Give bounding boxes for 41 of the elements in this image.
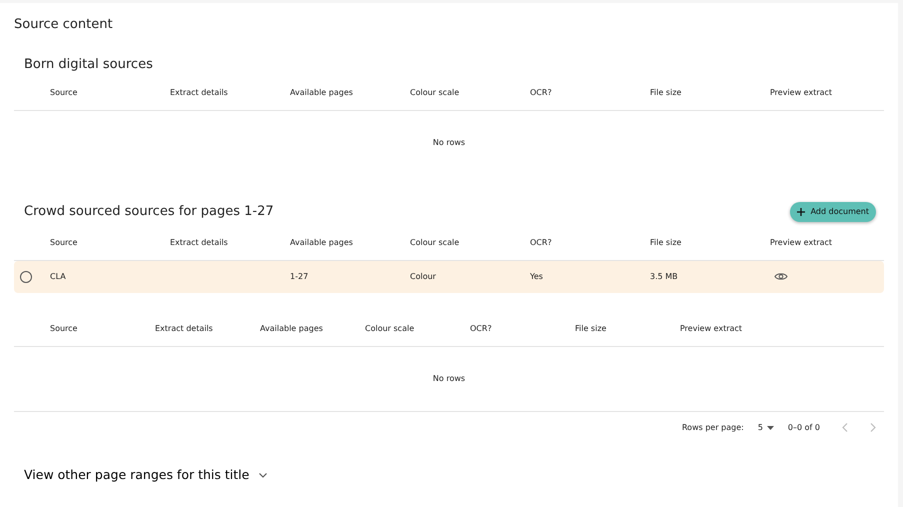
column-header: Available pages xyxy=(260,322,324,334)
column-header: OCR? xyxy=(470,322,493,334)
column-header: File size xyxy=(650,86,682,98)
rows-per-page-label: Rows per page: xyxy=(682,422,744,434)
column-header: OCR? xyxy=(530,86,553,98)
column-header: File size xyxy=(650,236,682,248)
chevron-icon xyxy=(259,472,268,478)
section-heading: Born digital sources xyxy=(24,57,153,73)
radio-button[interactable] xyxy=(20,271,32,283)
table-cell: 1-27 xyxy=(290,272,308,281)
column-header: Extract details xyxy=(170,86,229,98)
column-header: Available pages xyxy=(290,86,354,98)
table-cell: CLA xyxy=(50,272,66,281)
column-header: Available pages xyxy=(290,236,354,248)
add-document-button[interactable]: Add document xyxy=(790,202,876,222)
caret-icon xyxy=(766,426,774,430)
column-header: Preview extract xyxy=(680,322,744,334)
expander-toggle[interactable]: View other page ranges for this title xyxy=(14,465,274,486)
column-header: Source xyxy=(50,86,78,98)
eye-icon[interactable] xyxy=(774,272,788,282)
empty-message: No rows xyxy=(432,373,466,385)
rows-per-page-select[interactable]: 5 xyxy=(758,422,774,434)
column-header: File size xyxy=(575,322,608,334)
column-header: Extract details xyxy=(170,236,229,248)
page-range: 0–0 of 0 xyxy=(788,422,820,434)
plus-icon xyxy=(796,208,805,216)
column-header: Source xyxy=(50,236,78,248)
page-title: Source content xyxy=(14,17,114,33)
column-header: Colour scale xyxy=(410,236,460,248)
table-cell: 3.5 MB xyxy=(650,272,678,281)
column-header: Extract details xyxy=(155,322,214,334)
column-header: Colour scale xyxy=(365,322,416,334)
table-cell: Yes xyxy=(530,272,543,281)
empty-message: No rows xyxy=(432,137,466,149)
column-header: Preview extract xyxy=(770,236,834,248)
section-heading: Crowd sourced sources for pages 1-27 xyxy=(24,204,274,220)
column-header: Source xyxy=(50,322,78,334)
column-header: Colour scale xyxy=(410,86,460,98)
table-cell: Colour xyxy=(410,272,436,281)
column-header: Preview extract xyxy=(770,86,834,98)
column-header: OCR? xyxy=(530,236,553,248)
